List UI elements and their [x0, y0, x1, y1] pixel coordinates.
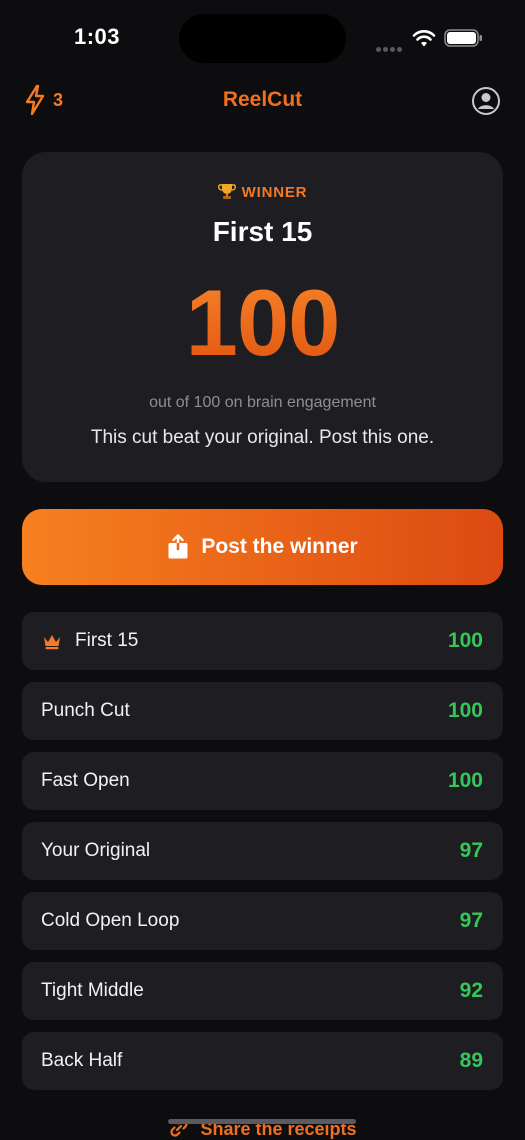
post-winner-label: Post the winner [201, 535, 358, 558]
result-score: 100 [447, 769, 483, 792]
result-row[interactable]: Back Half 89 [22, 1032, 503, 1090]
wifi-icon [412, 30, 436, 47]
result-score: 100 [447, 699, 483, 722]
winner-name: First 15 [212, 216, 313, 247]
result-name: Back Half [41, 1050, 123, 1071]
result-row[interactable]: Your Original 97 [22, 822, 503, 880]
home-indicator [168, 1119, 356, 1124]
trophy-icon [217, 184, 236, 199]
result-name: Fast Open [41, 770, 130, 791]
winner-badge: WINNER [22, 182, 503, 201]
result-score: 92 [459, 979, 483, 1002]
result-row[interactable]: Tight Middle 92 [22, 962, 503, 1020]
result-score: 89 [459, 1049, 483, 1072]
score-caption: out of 100 on brain engagement [149, 394, 376, 411]
battery-icon [444, 29, 482, 47]
app-title: ReelCut [222, 88, 303, 111]
status-bar: 1:03 [0, 0, 525, 78]
dynamic-island [179, 14, 346, 63]
result-row[interactable]: First 15 100 [22, 612, 503, 670]
post-winner-button[interactable]: Post the winner [22, 509, 503, 585]
result-row[interactable]: Fast Open 100 [22, 752, 503, 810]
result-name: Tight Middle [41, 980, 144, 1001]
winner-badge-label: WINNER [241, 184, 308, 201]
person-circle-icon[interactable] [471, 86, 501, 116]
result-row[interactable]: Cold Open Loop 97 [22, 892, 503, 950]
result-name: First 15 [75, 630, 139, 651]
crown-icon [44, 635, 60, 650]
result-score: 97 [459, 839, 483, 862]
share-icon [168, 534, 188, 559]
result-name: Cold Open Loop [41, 910, 180, 931]
result-score: 97 [459, 909, 483, 932]
winner-score: 100 [22, 268, 503, 378]
nav-bar: 3 ReelCut [0, 78, 525, 126]
winner-card: WINNER First 15 100 out of 100 on brain … [22, 152, 503, 482]
result-score: 100 [447, 629, 483, 652]
cellular-signal-icon [376, 39, 404, 52]
result-name: Your Original [41, 840, 151, 861]
result-row[interactable]: Punch Cut 100 [22, 682, 503, 740]
status-time: 1:03 [74, 24, 121, 49]
score-message: This cut beat your original. Post this o… [90, 427, 435, 448]
result-name: Punch Cut [41, 700, 130, 721]
